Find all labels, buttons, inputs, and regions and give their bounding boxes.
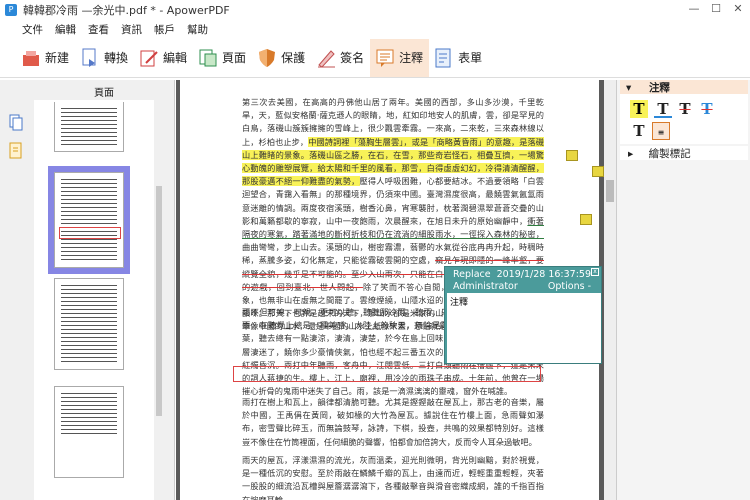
attachment-icon[interactable] [8,142,24,160]
sticky-note-tool-icon[interactable]: ≡ [652,122,670,140]
paragraph-3: 雨打在樹上和瓦上，韻律都清脆可聽。尤其是鏗鏗敲在屋瓦上，那古老的音樂，屬於中國，… [242,396,544,450]
comment-popup[interactable]: Replace 2019/1/28 16:37:59 Administrator… [444,266,602,364]
annotation-section-title: 注釋 [648,82,670,94]
comment-icon [376,49,394,67]
para4-text: 雨天的屋瓦，浮漾濕濕的流光，灰而溫柔，迎光則微明，背光則幽黯，對於視覺，是一種低… [242,455,544,500]
toolbar: 新建 轉換 編輯 頁面 保護 簽名 注釋 表單 [0,38,750,78]
chevron-right-icon: ▸ [628,148,634,160]
protect-button[interactable]: 保護 [252,39,311,77]
protect-label: 保護 [281,51,306,65]
replace-text-tool-icon[interactable]: T [698,100,716,118]
convert-label: 轉換 [104,51,129,65]
new-icon [23,50,39,66]
drawing-section-title: 繪製標記 [648,148,691,160]
underline-tool-icon[interactable]: T [654,100,672,118]
page-icon [199,49,217,66]
annotation-tools: T T T T T ≡ [620,94,748,144]
pen-icon [318,49,336,68]
convert-icon [82,48,96,67]
popup-comment-field[interactable]: 注釋 [447,293,601,363]
thumbnail-list[interactable] [34,100,164,500]
popup-comment-text: 注釋 [450,298,469,308]
menu-view[interactable]: 查看 [82,22,115,37]
page-thumbnail-3[interactable] [54,278,124,370]
annotation-section-header[interactable]: ▾ 注釋 [620,80,748,94]
convert-button[interactable]: 轉換 [75,39,134,77]
thumbnail-scrollbar-thumb[interactable] [156,186,162,416]
maximize-button[interactable]: ☐ [708,2,724,16]
strikethrough-tool-icon[interactable]: T [676,100,694,118]
drawing-section-header[interactable]: ▸ 繪製標記 [620,146,748,160]
menu-help[interactable]: 幫助 [181,22,214,37]
para3-text: 雨打在樹上和瓦上，韻律都清脆可聽。尤其是鏗鏗敲在屋瓦上，那古老的音樂，屬於中國，… [242,397,544,447]
sign-button[interactable]: 簽名 [311,39,370,77]
menu-info[interactable]: 資訊 [115,22,148,37]
menu-edit[interactable]: 編輯 [49,22,82,37]
insert-text-tool-icon[interactable]: T [630,122,648,140]
form-icon [435,48,451,67]
form-label: 表單 [458,51,483,65]
form-button[interactable]: 表單 [429,39,488,77]
popup-options-button[interactable]: Options - [548,281,591,292]
page-button[interactable]: 頁面 [193,39,252,77]
document-scrollbar-thumb[interactable] [606,180,614,202]
highlight-tool-icon[interactable]: T [630,100,648,118]
annotate-label: 注釋 [399,51,424,65]
new-button[interactable]: 新建 [16,39,75,77]
popup-date: 2019/1/28 16:37:59 [496,269,591,280]
sticky-note-icon[interactable] [566,150,578,161]
sticky-note-icon[interactable] [592,166,604,177]
pages-panel-header: 頁面 [94,88,114,99]
edit-icon [140,50,158,66]
document-scrollbar[interactable] [604,80,616,500]
page-thumbnail-1[interactable] [54,102,124,152]
menu-bar: 文件 編輯 查看 資訊 帳戶 幫助 [0,20,750,38]
minimize-button[interactable]: — [686,2,702,16]
title-bar: P 韓韓郡冷雨 —余光中.pdf * - ApowerPDF — ☐ ✕ [0,0,750,20]
replace-annotation-box[interactable] [233,366,541,382]
new-label: 新建 [45,51,70,65]
edit-label: 編輯 [163,51,188,65]
annotate-button[interactable]: 注釋 [370,38,430,77]
close-window-button[interactable]: ✕ [730,2,746,16]
menu-file[interactable]: 文件 [16,22,49,37]
shield-icon [259,48,276,67]
window-title: 韓韓郡冷雨 —余光中.pdf * - ApowerPDF [23,4,230,17]
sign-label: 簽名 [340,51,365,65]
page-thumbnail-2[interactable] [54,172,124,268]
menu-account[interactable]: 帳戶 [148,22,181,37]
app-logo-icon: P [5,4,17,16]
page-thumbnail-4[interactable] [54,386,124,478]
popup-close-icon[interactable]: x [591,268,599,276]
edit-button[interactable]: 編輯 [134,39,193,77]
popup-annotation-type: Replace [453,269,491,280]
sticky-note-icon[interactable] [580,214,592,225]
popup-author: Administrator [453,281,518,292]
chevron-down-icon: ▾ [626,82,632,94]
paragraph-4: 雨天的屋瓦，浮漾濕濕的流光，灰而溫柔，迎光則微明，背光則幽黯，對於視覺，是一種低… [242,454,544,500]
page-label: 頁面 [222,51,247,65]
pages-icon[interactable] [8,114,24,132]
